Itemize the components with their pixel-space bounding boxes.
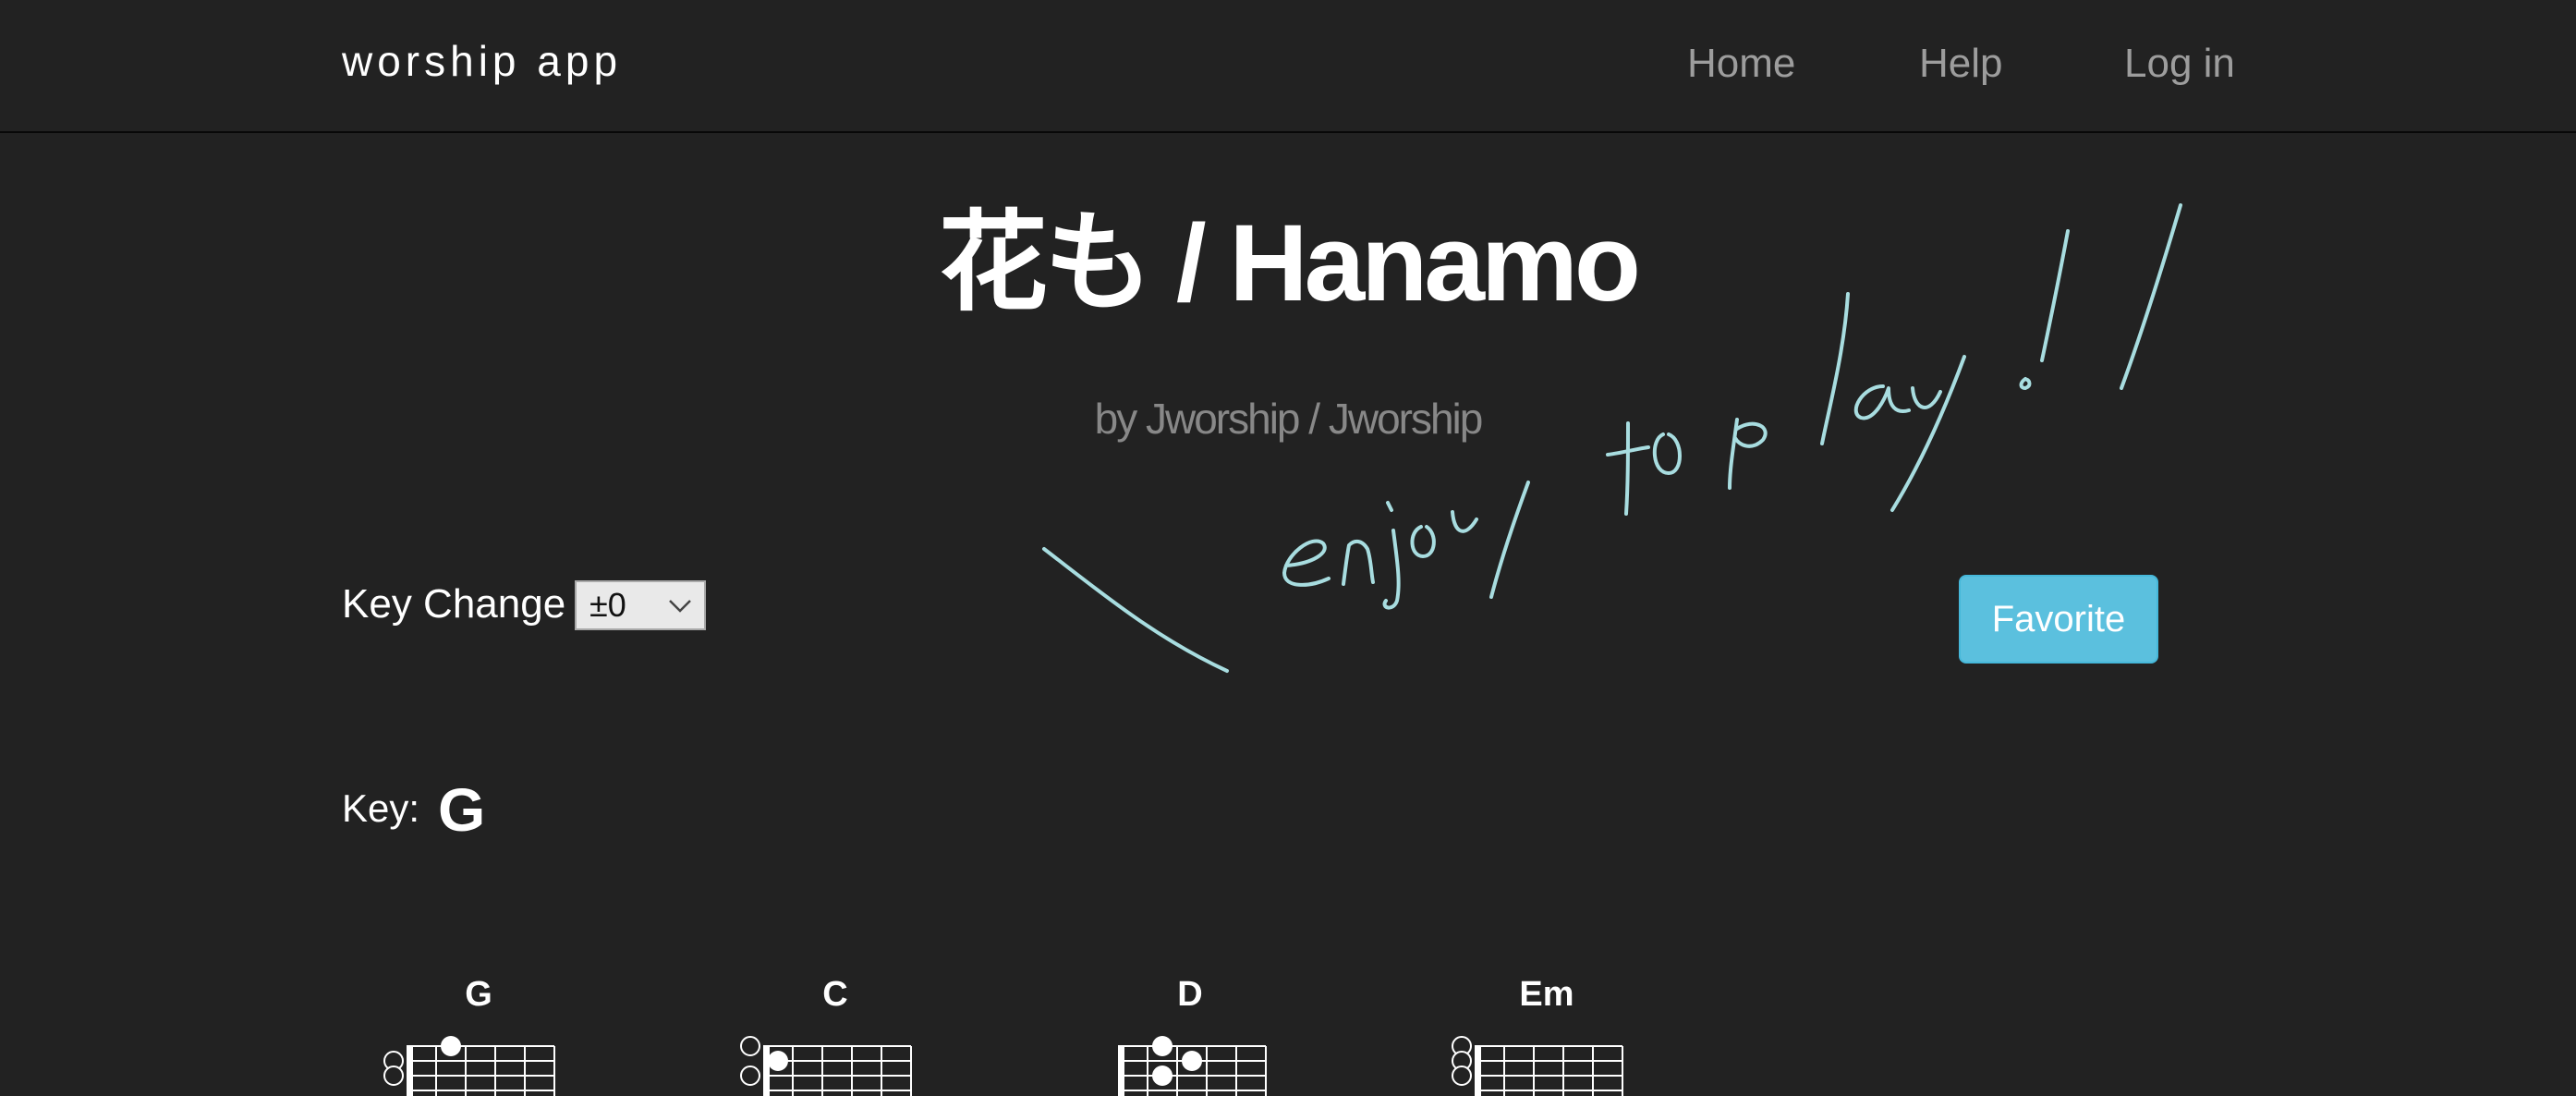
chord-name: Em bbox=[1519, 975, 1574, 1014]
key-value: G bbox=[438, 775, 486, 844]
key-change-value: ±0 bbox=[589, 586, 626, 624]
navbar: worship app Home Help Log in bbox=[0, 0, 2576, 133]
brand-logo[interactable]: worship app bbox=[342, 35, 622, 87]
nav-login-link[interactable]: Log in bbox=[2124, 37, 2235, 91]
chord-diagram-em: Em bbox=[1454, 968, 1639, 1096]
handwritten-annotation bbox=[1042, 203, 2182, 673]
nav-home-link[interactable]: Home bbox=[1687, 37, 1795, 91]
favorite-button[interactable]: Favorite bbox=[1959, 575, 2158, 664]
chord-name: D bbox=[1177, 975, 1203, 1014]
chord-diagram-c: C bbox=[743, 968, 928, 1096]
song-artist: by Jworship / Jworship bbox=[1094, 395, 1484, 443]
nav-help-link[interactable]: Help bbox=[1919, 37, 2003, 91]
chord-diagram-g: G bbox=[386, 968, 571, 1096]
chord-fretboard bbox=[386, 1033, 571, 1096]
key-change-label: Key Change bbox=[342, 581, 566, 627]
chord-diagram-d: D bbox=[1098, 968, 1282, 1096]
chord-name: C bbox=[822, 975, 848, 1014]
chord-name: G bbox=[465, 975, 492, 1014]
song-title: 花も / Hanamo bbox=[939, 202, 1641, 324]
chevron-down-icon bbox=[669, 600, 691, 613]
chord-fretboards bbox=[383, 1036, 1623, 1096]
key-label: Key: bbox=[342, 786, 420, 830]
key-change-select[interactable]: ±0 bbox=[575, 580, 706, 630]
